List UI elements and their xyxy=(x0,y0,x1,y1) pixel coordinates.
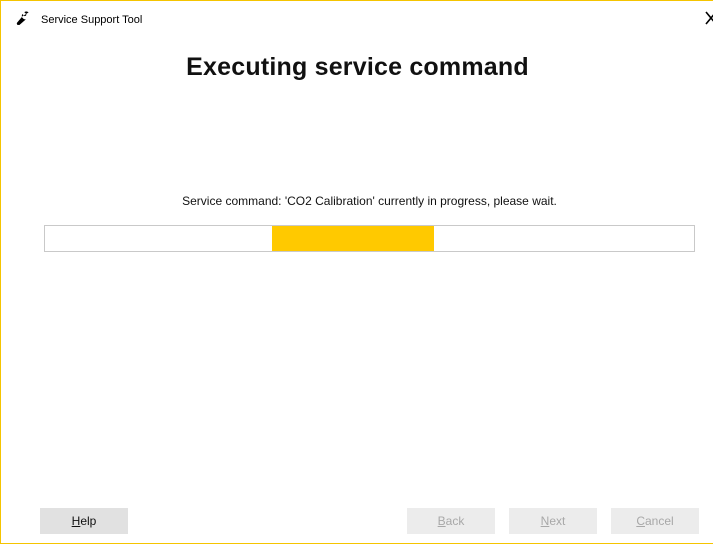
close-button[interactable] xyxy=(704,10,713,26)
next-button[interactable]: Next xyxy=(509,508,597,534)
page-title: Executing service command xyxy=(186,53,529,81)
cancel-mnemonic: C xyxy=(636,514,645,528)
help-label-rest: elp xyxy=(80,514,97,528)
help-button[interactable]: Help xyxy=(40,508,128,534)
back-button[interactable]: Back xyxy=(407,508,495,534)
cancel-button[interactable]: Cancel xyxy=(611,508,699,534)
title-bar: Service Support Tool xyxy=(1,1,713,33)
cancel-label-rest: ancel xyxy=(644,514,674,528)
close-icon xyxy=(705,11,713,25)
back-mnemonic: B xyxy=(437,514,446,528)
back-label-rest: ack xyxy=(445,514,465,528)
status-message: Service command: 'CO2 Calibration' curre… xyxy=(182,194,557,208)
service-support-tool-window: Service Support Tool Executing service c… xyxy=(0,0,713,544)
next-label-rest: ext xyxy=(549,514,566,528)
wrench-icon xyxy=(16,11,30,25)
progress-indicator xyxy=(272,226,435,251)
window-title: Service Support Tool xyxy=(41,14,143,26)
progress-bar xyxy=(44,225,695,252)
